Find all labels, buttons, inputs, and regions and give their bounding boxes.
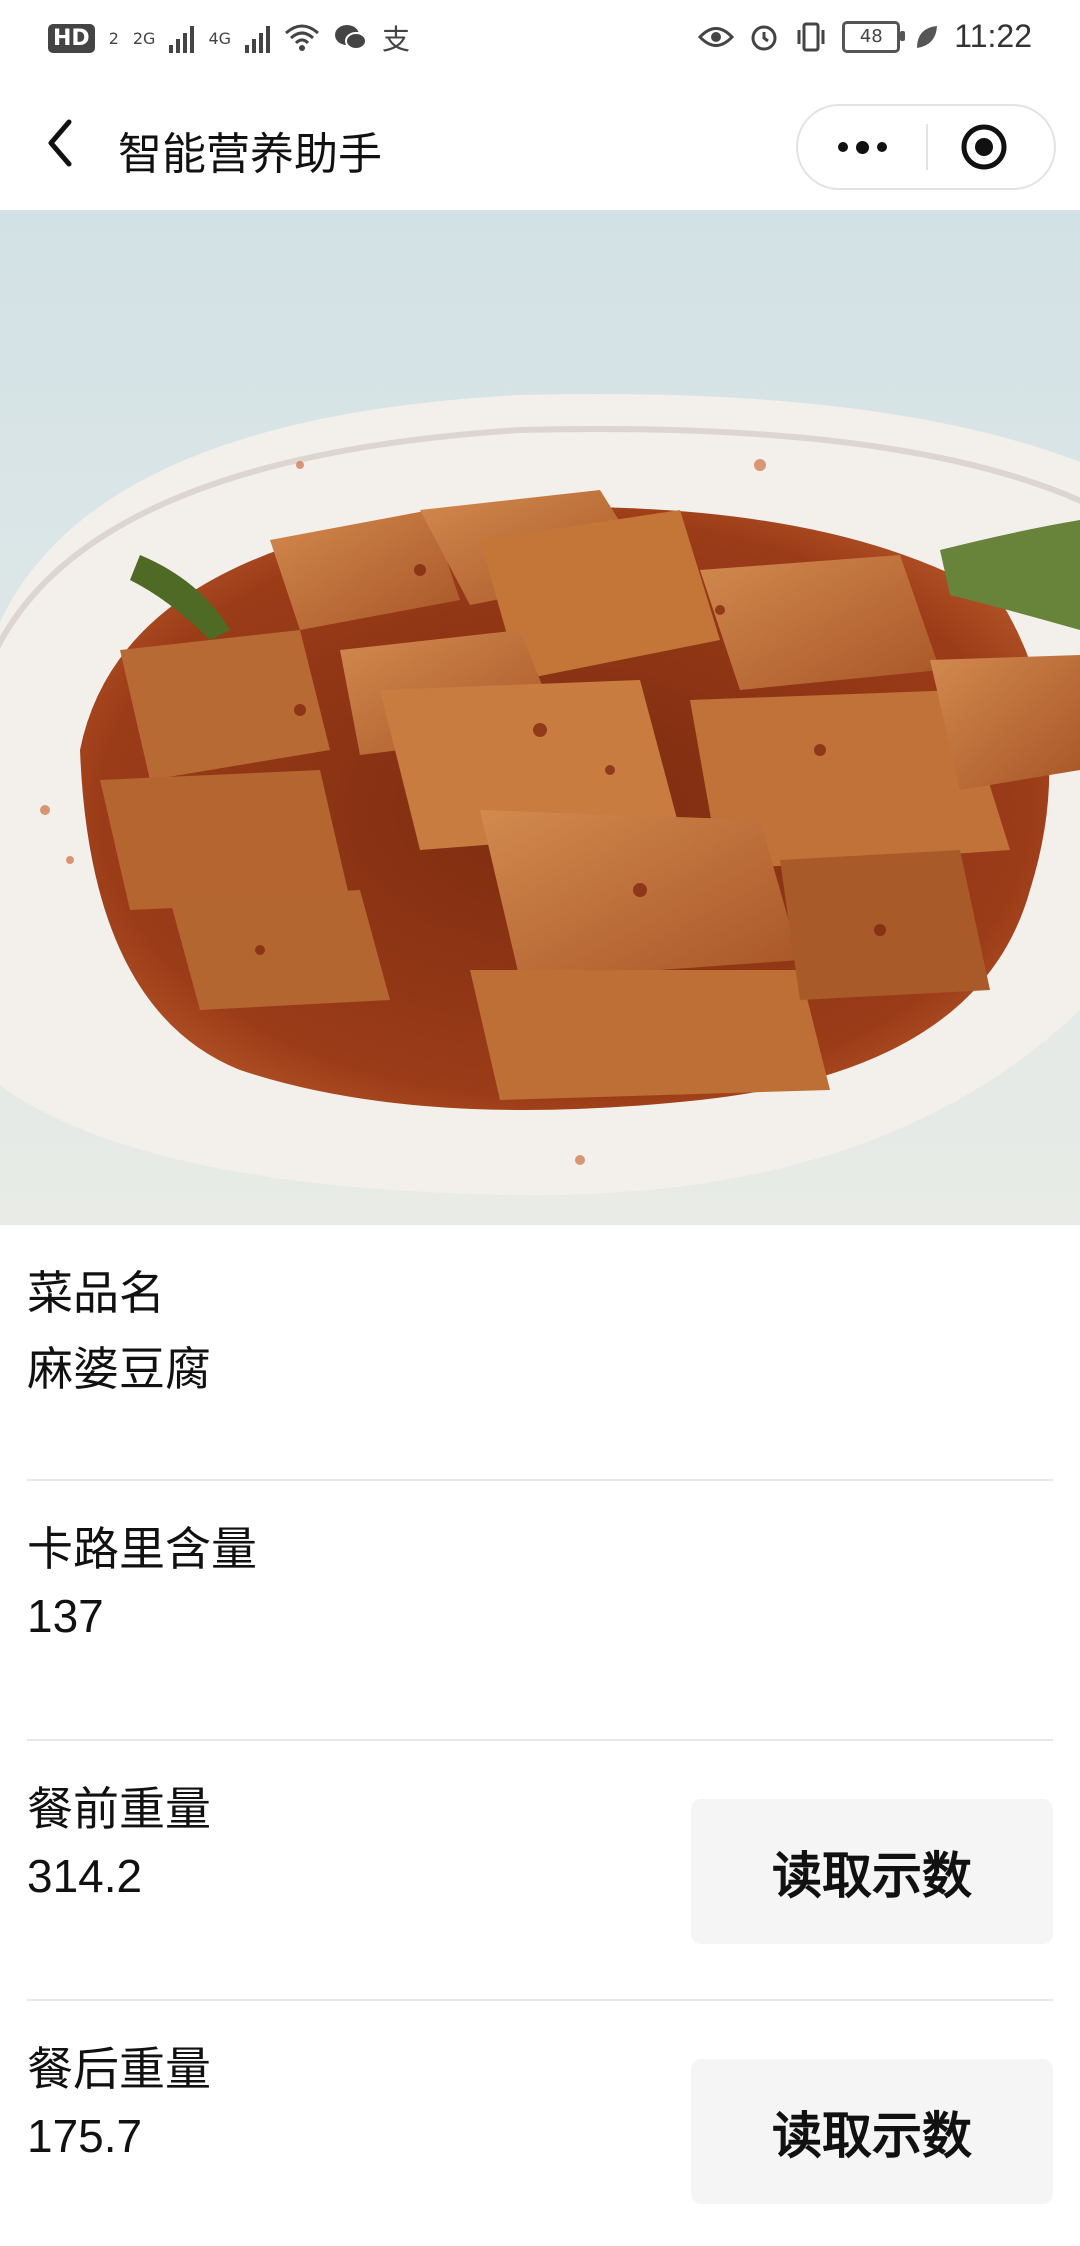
alarm-icon (751, 25, 777, 50)
back-button[interactable] (30, 113, 90, 173)
status-bar-left: HD 2 2G 4G 支 (48, 18, 410, 58)
status-bar: HD 2 2G 4G 支 48 11:22 (0, 0, 1080, 80)
vibrate-icon (797, 22, 825, 51)
read-post-meal-weight-button[interactable]: 读取示数 (691, 2059, 1053, 2204)
wechat-icon (335, 25, 368, 50)
status-bar-right: 48 11:22 (698, 18, 1032, 55)
more-button[interactable] (826, 106, 898, 188)
hd-badge-sub: 2 (108, 28, 119, 48)
eye-icon (698, 26, 735, 47)
battery-level: 48 (859, 26, 883, 47)
post-meal-weight-row: 餐后重量 175.7 读取示数 (27, 2001, 1053, 2246)
mini-program-capsule (796, 104, 1056, 190)
dish-info-list: 菜品名 麻婆豆腐 卡路里含量 137 餐前重量 314.2 读取示数 餐后重量 … (0, 1225, 1080, 2246)
close-button[interactable] (960, 123, 1008, 171)
hd-badge: HD (48, 23, 95, 53)
mapo-tofu-image (0, 210, 1080, 1225)
food-photo (0, 210, 1080, 1225)
post-meal-weight-label: 餐后重量 (27, 2042, 211, 2096)
pre-meal-weight-row: 餐前重量 314.2 读取示数 (27, 1741, 1053, 2001)
post-meal-weight-value: 175.7 (27, 2110, 143, 2162)
network-label-2g: 2G (132, 28, 156, 48)
signal-icon-2 (245, 23, 271, 53)
signal-icon (169, 23, 195, 53)
clock-time: 11:22 (954, 18, 1032, 54)
dish-name-value: 麻婆豆腐 (27, 1342, 211, 1396)
dish-name-row: 菜品名 麻婆豆腐 (27, 1225, 1053, 1481)
more-dot (837, 142, 848, 152)
wifi-icon (285, 24, 320, 51)
calorie-value: 137 (27, 1590, 104, 1642)
capsule-divider (926, 124, 928, 170)
pre-meal-weight-value: 314.2 (27, 1850, 143, 1902)
leaf-icon (917, 25, 938, 48)
read-pre-meal-weight-button[interactable]: 读取示数 (691, 1799, 1053, 1944)
dish-name-label: 菜品名 (27, 1266, 165, 1320)
chevron-left-icon (48, 119, 72, 167)
calorie-label: 卡路里含量 (27, 1522, 257, 1576)
nav-bar: 智能营养助手 (0, 80, 1080, 210)
battery-icon: 48 (842, 20, 906, 53)
page-title: 智能营养助手 (118, 129, 382, 180)
pre-meal-weight-label: 餐前重量 (27, 1782, 211, 1836)
more-dot (876, 142, 887, 152)
calorie-row: 卡路里含量 137 (27, 1481, 1053, 1741)
more-dot (855, 140, 869, 154)
alipay-icon: 支 (382, 23, 411, 56)
network-label-4g: 4G (208, 28, 232, 48)
